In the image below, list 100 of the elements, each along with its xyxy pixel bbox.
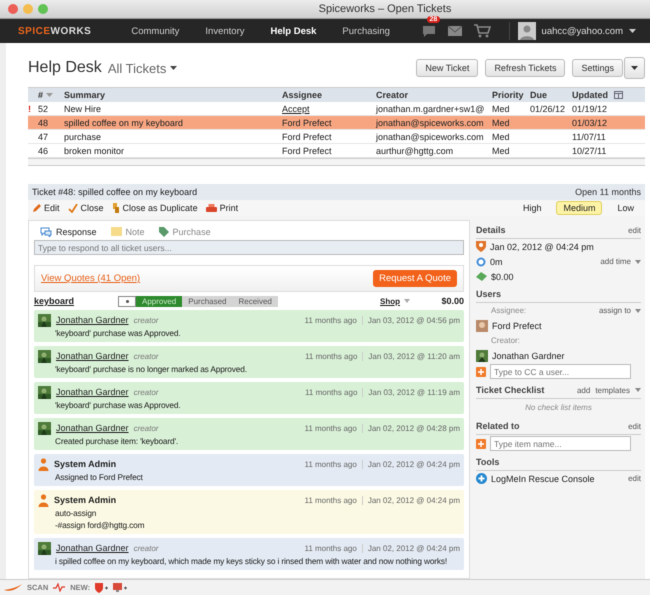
section-title: Ticket Checklist: [476, 385, 544, 395]
section-title: Tools: [476, 457, 500, 467]
caret-icon: [631, 66, 638, 71]
edit-link[interactable]: edit: [628, 422, 641, 430]
splitter-handle[interactable]: [28, 158, 645, 166]
templates-link[interactable]: templates: [595, 386, 630, 394]
pulse-icon[interactable]: [53, 583, 66, 592]
column-header[interactable]: Assignee: [282, 90, 376, 100]
created-date: Jan 02, 2012 @ 04:24 pm: [490, 242, 594, 252]
entry-date: Jan 03, 2012 @ 11:19 am: [368, 388, 460, 396]
add-time-link[interactable]: add time: [600, 257, 631, 266]
author-link[interactable]: Jonathan Gardner: [56, 315, 129, 325]
action-link[interactable]: Close: [80, 203, 104, 213]
cc-field[interactable]: Type to CC a user...: [490, 364, 631, 379]
status-step[interactable]: Received: [232, 296, 278, 306]
nav-item[interactable]: Help Desk: [270, 26, 316, 36]
accept-link[interactable]: Accept: [282, 104, 310, 114]
columns-icon[interactable]: [614, 91, 623, 99]
duplicate-icon[interactable]: [112, 203, 120, 213]
avatar-icon[interactable]: [518, 22, 536, 40]
nav-item[interactable]: Purchasing: [342, 26, 390, 36]
edit-link[interactable]: edit: [628, 474, 641, 483]
author-link[interactable]: Jonathan Gardner: [56, 543, 129, 553]
pencil-icon[interactable]: [32, 204, 41, 212]
entry-age: 11 months ago: [304, 460, 357, 468]
person-icon: [38, 494, 49, 506]
related-item-field[interactable]: Type item name...: [490, 436, 631, 451]
toolbar-button[interactable]: Settings: [572, 59, 623, 77]
table-cell-text: Med: [492, 104, 511, 114]
clock-icon: [476, 256, 486, 266]
column-header[interactable]: #: [38, 90, 44, 100]
author-link[interactable]: Jonathan Gardner: [56, 423, 129, 433]
priority-option[interactable]: Low: [610, 201, 641, 215]
entry-date: Jan 02, 2012 @ 04:24 pm: [368, 496, 460, 504]
tab[interactable]: Purchase: [158, 226, 211, 236]
tool-link[interactable]: LogMeIn Rescue Console: [491, 474, 595, 484]
response-field[interactable]: Type to respond to all ticket users...: [34, 240, 464, 255]
status-step[interactable]: Purchased: [182, 296, 232, 306]
checkmark-icon[interactable]: [68, 204, 78, 212]
section-title: Details: [476, 225, 506, 235]
close-icon[interactable]: [8, 4, 18, 14]
money-icon: [476, 272, 487, 281]
tab[interactable]: Response: [40, 226, 97, 236]
table-cell-text: purchase: [64, 132, 102, 142]
ticket-title: Ticket #48: spilled coffee on my keyboard: [32, 187, 198, 197]
entry-date: Jan 02, 2012 @ 04:28 pm: [368, 424, 460, 432]
table-cell: 01/26/12: [530, 104, 566, 114]
priority-option[interactable]: High: [516, 201, 548, 215]
cart-icon[interactable]: [472, 24, 491, 38]
entry-text: 'keyboard' purchase was Approved.: [54, 327, 182, 339]
add-icon[interactable]: [476, 438, 486, 448]
ticket-add-icon[interactable]: [95, 582, 108, 592]
sort-icon[interactable]: [46, 92, 54, 98]
add-icon[interactable]: [476, 366, 486, 376]
logo[interactable]: SPICEWORKS: [18, 26, 92, 36]
column-header[interactable]: Due: [530, 90, 572, 100]
toolbar-button[interactable]: New Ticket: [416, 59, 478, 77]
mail-icon[interactable]: [446, 25, 463, 37]
table-cell-text: jonathan.m.gardner+sw1@: [376, 104, 486, 114]
column-header[interactable]: Priority: [492, 90, 530, 100]
priority-option[interactable]: Medium: [556, 201, 602, 215]
price: $0.00: [440, 296, 464, 306]
chat-icon[interactable]: [420, 24, 437, 38]
column-header[interactable]: Updated: [572, 90, 614, 100]
entry-text: i spilled coffee on my keyboard, which made my keys sticky so i rinsed them with water and now nothing works!: [54, 555, 448, 567]
caret-icon[interactable]: [629, 28, 636, 34]
add-link[interactable]: add: [576, 386, 590, 394]
table-cell-text: jonathan@spiceworks.com: [376, 118, 485, 128]
ticket-row[interactable]: 48 spilled coffee on my keyboard Ford Prefect jonathan@spiceworks.com Med 01/03/12: [28, 116, 645, 130]
table-cell-text: jonathan@spiceworks.com: [376, 132, 485, 142]
entry-date: Jan 03, 2012 @ 11:20 am: [368, 352, 460, 360]
field-label: Creator:: [491, 336, 520, 345]
tab[interactable]: Note: [110, 226, 145, 236]
ticket-row[interactable]: 47 purchase Ford Prefect jonathan@spiceworks.com Med 11/07/11: [28, 130, 645, 144]
creator-name: Jonathan Gardner: [492, 350, 565, 360]
caret-icon[interactable]: [170, 66, 178, 70]
purchase-item-link[interactable]: keyboard: [34, 296, 114, 306]
author-role: creator: [134, 544, 158, 552]
entry-text: Created purchase item: 'keyboard'.: [54, 435, 180, 447]
table-cell-text: 46: [38, 146, 50, 156]
ticket-filter-dropdown[interactable]: All Tickets: [108, 60, 166, 76]
action-link[interactable]: Close as Duplicate: [122, 203, 198, 213]
printer-icon[interactable]: [206, 204, 217, 212]
assign-to-link[interactable]: assign to: [598, 306, 631, 315]
action-link[interactable]: Edit: [44, 203, 60, 213]
column-header[interactable]: Summary: [64, 90, 282, 100]
column-header[interactable]: Creator: [376, 90, 492, 100]
settings-menu-button[interactable]: [624, 57, 645, 79]
toolbar-button[interactable]: Refresh Tickets: [485, 59, 566, 77]
action-link[interactable]: Print: [220, 203, 238, 213]
zoom-icon[interactable]: [38, 4, 48, 14]
computer-add-icon[interactable]: [113, 582, 128, 592]
author-link[interactable]: Jonathan Gardner: [56, 351, 129, 361]
nav-item[interactable]: Inventory: [205, 26, 244, 36]
author-link[interactable]: Jonathan Gardner: [56, 387, 129, 397]
swoosh-icon[interactable]: [4, 584, 22, 592]
nav-item[interactable]: Community: [131, 26, 180, 36]
edit-link[interactable]: edit: [628, 226, 641, 234]
user-menu[interactable]: uahcc@yahoo.com: [542, 26, 623, 36]
shop-link[interactable]: Shop: [380, 296, 400, 306]
